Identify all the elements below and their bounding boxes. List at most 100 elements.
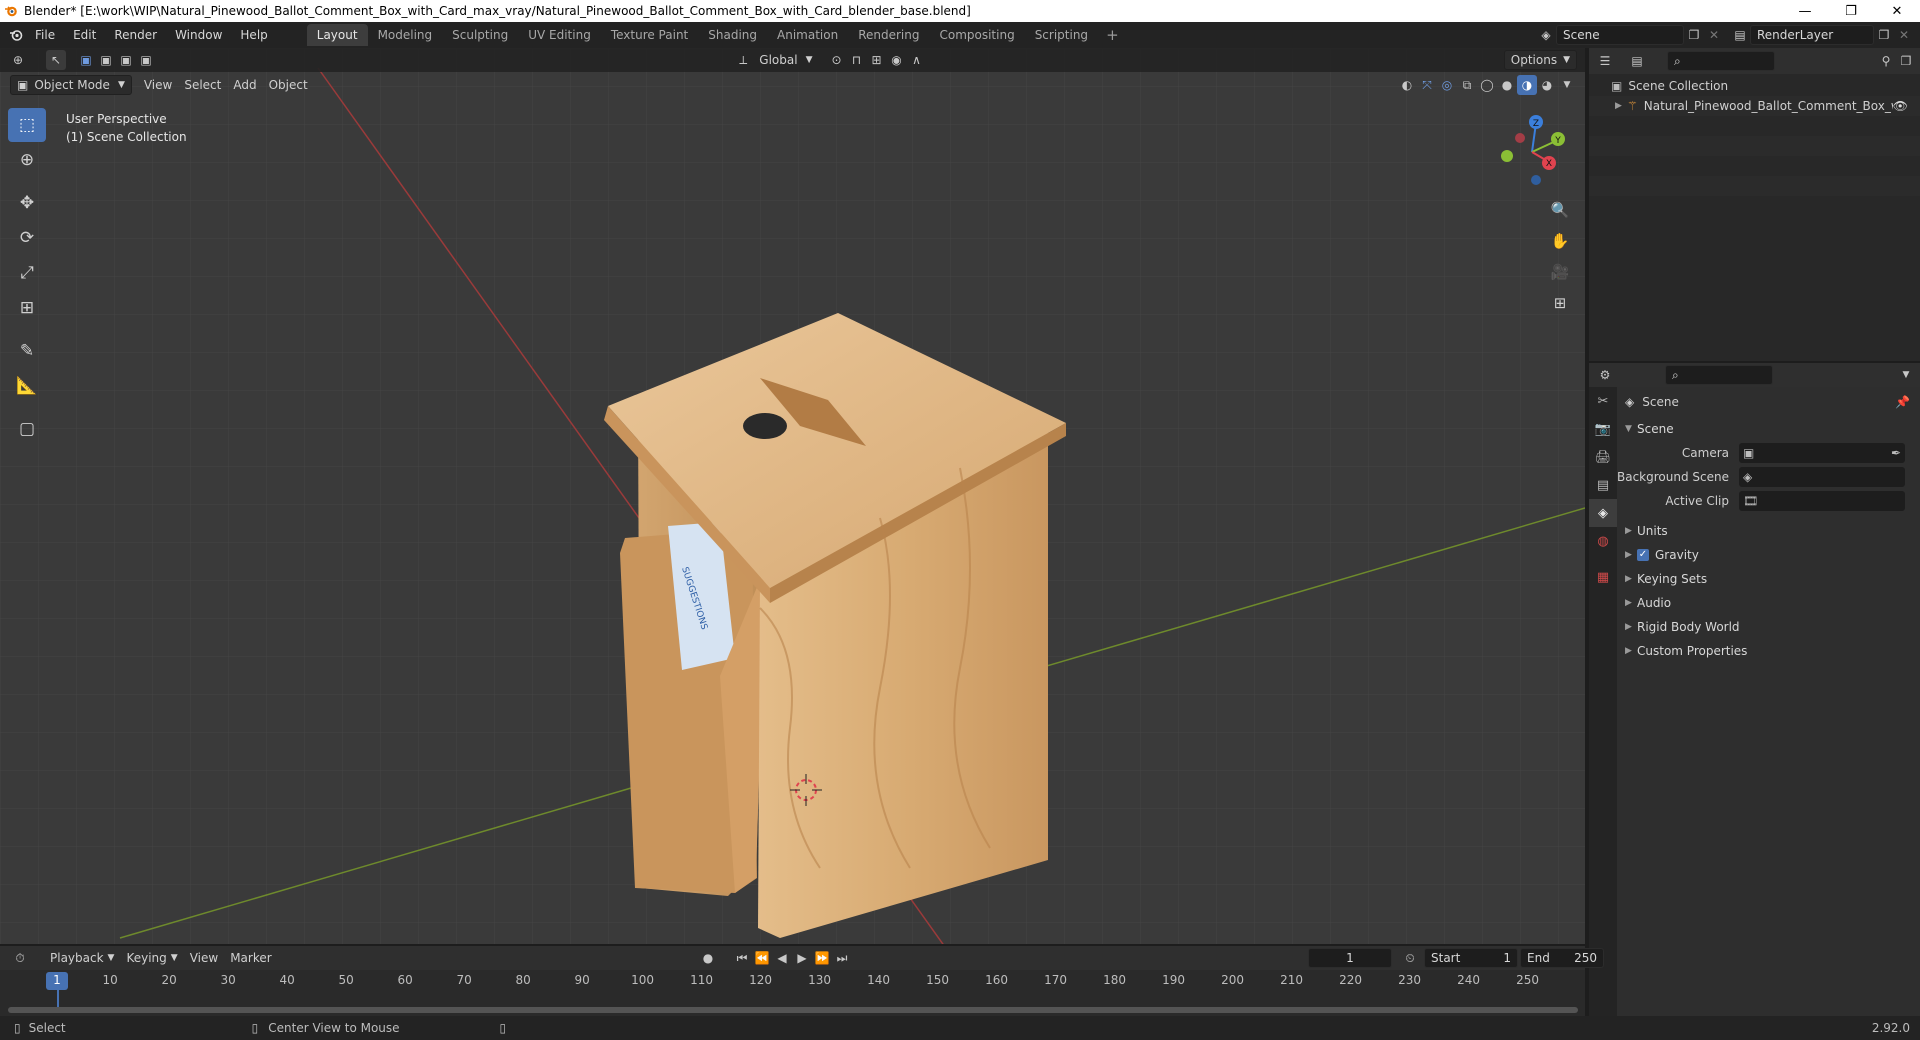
eyedropper-icon[interactable]: ✒: [1891, 446, 1901, 460]
scene-field[interactable]: Scene: [1556, 25, 1684, 45]
current-frame-field[interactable]: 1: [1308, 948, 1392, 968]
camera-view-icon[interactable]: 🎥: [1546, 258, 1574, 286]
properties-search-input[interactable]: ⌕: [1665, 365, 1773, 385]
viewport-menu-add[interactable]: Add: [227, 75, 262, 95]
pivot-icon[interactable]: ⊙: [826, 50, 846, 70]
proportional-edit-icon[interactable]: ◉: [886, 50, 906, 70]
record-icon[interactable]: ●: [698, 948, 718, 968]
solid-shading-icon[interactable]: ●: [1497, 75, 1517, 95]
filter-icon[interactable]: ⚲: [1876, 51, 1896, 71]
timeline-menu-keying[interactable]: Keying ▼: [120, 948, 183, 968]
select-mode-intersect-icon[interactable]: ▣: [136, 50, 156, 70]
delete-scene-icon[interactable]: ✕: [1704, 25, 1724, 45]
object-mode-dropdown[interactable]: ▣ Object Mode ▼: [10, 75, 132, 95]
audio-panel-header[interactable]: ▶ Audio: [1617, 591, 1920, 615]
select-box-tool-icon[interactable]: ⬚: [8, 108, 46, 142]
outliner-scene-collection[interactable]: ▣ Scene Collection: [1589, 76, 1920, 96]
render-tab-icon[interactable]: 📷: [1589, 415, 1617, 443]
shading-options-icon[interactable]: ▼: [1557, 75, 1577, 95]
next-keyframe-icon[interactable]: ⏩: [812, 948, 832, 968]
falloff-icon[interactable]: ∧: [906, 50, 926, 70]
close-button[interactable]: ✕: [1874, 0, 1920, 22]
options-dropdown[interactable]: Options ▼: [1503, 50, 1577, 70]
outliner-search-input[interactable]: ⌕: [1667, 51, 1775, 71]
tab-sculpting[interactable]: Sculpting: [442, 24, 518, 46]
annotate-tool-icon[interactable]: ✎: [8, 334, 46, 368]
scene-icon[interactable]: ◈: [1536, 25, 1556, 45]
select-tool-icon[interactable]: ↖: [46, 50, 66, 70]
rotate-tool-icon[interactable]: ⟳: [8, 221, 46, 255]
new-scene-icon[interactable]: ❐: [1684, 25, 1704, 45]
jump-start-icon[interactable]: ⏮: [732, 948, 752, 968]
select-mode-new-icon[interactable]: ▣: [76, 50, 96, 70]
minimize-button[interactable]: —: [1782, 0, 1828, 22]
view-layer-icon[interactable]: ▤: [1730, 25, 1750, 45]
move-tool-icon[interactable]: ✥: [8, 186, 46, 220]
menu-help[interactable]: Help: [231, 22, 276, 48]
outliner-editor-icon[interactable]: ☰: [1595, 51, 1615, 71]
pan-hand-icon[interactable]: ✋: [1546, 227, 1574, 255]
transform-tool-icon[interactable]: ⊞: [8, 291, 46, 325]
timeline-scrollbar[interactable]: [8, 1007, 1578, 1013]
gizmo-toggle-icon[interactable]: ⤧: [1417, 75, 1437, 95]
overlay-toggle-icon[interactable]: ◎: [1437, 75, 1457, 95]
cursor-tool-icon[interactable]: ⊕: [8, 143, 46, 177]
scene-panel-header[interactable]: ▼ Scene: [1617, 417, 1920, 441]
3d-viewport[interactable]: SUGGESTIONS ⊕ ↖ ▣ ▣ ▣ ▣ ⟂ Global ▼ ⊙ ⊓ ⊞…: [0, 48, 1585, 944]
blender-menu-icon[interactable]: [6, 25, 26, 45]
background-scene-field[interactable]: ◈: [1739, 467, 1905, 487]
view-layer-field[interactable]: RenderLayer: [1750, 25, 1874, 45]
tab-modeling[interactable]: Modeling: [368, 24, 443, 46]
rigid-body-world-panel-header[interactable]: ▶ Rigid Body World: [1617, 615, 1920, 639]
delete-view-layer-icon[interactable]: ✕: [1894, 25, 1914, 45]
tool-tab-icon[interactable]: ✂: [1589, 387, 1617, 415]
expand-arrow-icon[interactable]: ▶: [1615, 101, 1627, 111]
maximize-button[interactable]: ❐: [1828, 0, 1874, 22]
eye-visibility-icon[interactable]: 👁: [1893, 99, 1908, 113]
timeline-menu-view[interactable]: View: [184, 948, 224, 968]
navigation-gizmo[interactable]: Z Y X: [1490, 110, 1570, 190]
snap-icon[interactable]: ⊓: [846, 50, 866, 70]
tab-uv-editing[interactable]: UV Editing: [518, 24, 601, 46]
pin-icon[interactable]: 📌: [1895, 395, 1910, 409]
orientation-icon[interactable]: ⟂: [733, 50, 753, 70]
menu-render[interactable]: Render: [105, 22, 166, 48]
end-frame-field[interactable]: End 250: [1520, 948, 1604, 968]
orientation-dropdown[interactable]: Global ▼: [753, 50, 818, 70]
menu-file[interactable]: File: [26, 22, 64, 48]
tab-layout[interactable]: Layout: [306, 24, 368, 46]
visibility-icon[interactable]: ◐: [1397, 75, 1417, 95]
timeline-ruler[interactable]: 1 10 20 30 40 50 60 70 80 90 100 110 120 130 140 150 160…: [0, 970, 1585, 1012]
timeline-menu-playback[interactable]: Playback ▼: [44, 948, 120, 968]
ortho-grid-icon[interactable]: ⊞: [1546, 289, 1574, 317]
preview-range-icon[interactable]: ⏲: [1400, 948, 1420, 968]
play-icon[interactable]: ▶: [792, 948, 812, 968]
camera-field[interactable]: ▣ ✒: [1739, 443, 1905, 463]
scene-tab-icon[interactable]: ◈: [1589, 499, 1617, 527]
gravity-panel-header[interactable]: ▶ ✓ Gravity: [1617, 543, 1920, 567]
wireframe-shading-icon[interactable]: ◯: [1477, 75, 1497, 95]
select-mode-subtract-icon[interactable]: ▣: [116, 50, 136, 70]
new-collection-icon[interactable]: ❐: [1896, 51, 1916, 71]
start-frame-field[interactable]: Start 1: [1424, 948, 1518, 968]
new-view-layer-icon[interactable]: ❐: [1874, 25, 1894, 45]
ballot-box-model[interactable]: SUGGESTIONS: [604, 313, 1066, 938]
timeline-menu-marker[interactable]: Marker: [224, 948, 277, 968]
chevron-down-icon[interactable]: ▼: [1896, 365, 1916, 385]
viewport-menu-select[interactable]: Select: [178, 75, 227, 95]
tab-compositing[interactable]: Compositing: [929, 24, 1024, 46]
tab-rendering[interactable]: Rendering: [848, 24, 929, 46]
display-mode-icon[interactable]: ▤: [1627, 51, 1647, 71]
tab-texture-paint[interactable]: Texture Paint: [601, 24, 698, 46]
tab-animation[interactable]: Animation: [767, 24, 848, 46]
menu-edit[interactable]: Edit: [64, 22, 105, 48]
active-clip-field[interactable]: 🎞: [1739, 491, 1905, 511]
viewport-menu-object[interactable]: Object: [263, 75, 314, 95]
xray-icon[interactable]: ⧉: [1457, 75, 1477, 95]
add-workspace-button[interactable]: +: [1098, 26, 1127, 44]
zoom-icon[interactable]: 🔍: [1546, 196, 1574, 224]
viewport-menu-view[interactable]: View: [138, 75, 178, 95]
measure-tool-icon[interactable]: 📐: [8, 369, 46, 403]
view-layer-tab-icon[interactable]: ▤: [1589, 471, 1617, 499]
scale-tool-icon[interactable]: ⤢: [8, 256, 46, 290]
